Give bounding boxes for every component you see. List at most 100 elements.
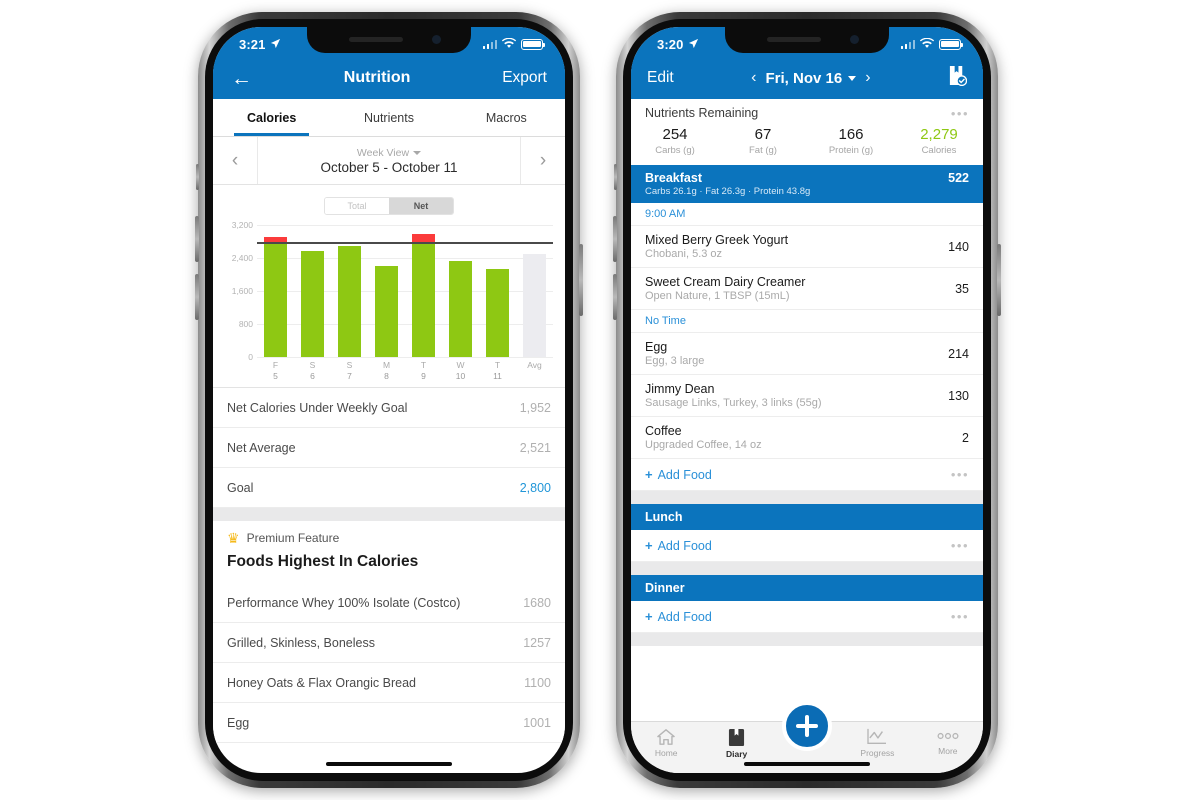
diary-food-desc: Egg, 3 large [645, 355, 705, 367]
total-net-segmented-control[interactable]: Total Net [324, 197, 454, 215]
diary-book-icon [729, 729, 745, 746]
summary-row-net-under-goal[interactable]: Net Calories Under Weekly Goal 1,952 [213, 388, 565, 429]
prev-day-button[interactable]: ‹ [751, 69, 756, 87]
summary-rows: Net Calories Under Weekly Goal 1,952 Net… [213, 388, 565, 509]
chart-bar[interactable] [449, 260, 472, 357]
x-tick-day: Avg [527, 360, 542, 370]
y-axis-tick: 3,200 [231, 220, 253, 230]
chart-bar-slot[interactable] [405, 225, 442, 357]
left-phone-mute-switch[interactable] [196, 164, 199, 190]
food-row[interactable]: Grilled, Skinless, Boneless 1257 [213, 623, 565, 664]
summary-row-net-average[interactable]: Net Average 2,521 [213, 428, 565, 469]
left-nav-bar: ← Nutrition Export [213, 57, 565, 99]
food-name: Grilled, Skinless, Boneless [227, 635, 375, 650]
diary-food-row[interactable]: Mixed Berry Greek Yogurt Chobani, 5.3 oz 1… [631, 226, 983, 268]
earpiece-speaker-icon [767, 37, 821, 42]
diary-food-name: Sweet Cream Dairy Creamer [645, 275, 806, 289]
x-axis-tick: S6 [294, 360, 331, 381]
tab-calories[interactable]: Calories [213, 99, 330, 136]
x-tick-day: W [456, 360, 465, 370]
meal-header[interactable]: Dinner [631, 575, 983, 601]
goal-line [257, 241, 553, 244]
chart-bar[interactable] [375, 266, 398, 357]
left-phone-power-button[interactable] [579, 244, 583, 316]
chart-bar[interactable] [486, 268, 509, 357]
food-calories: 1257 [523, 635, 551, 650]
diary-food-row[interactable]: Egg Egg, 3 large 214 [631, 333, 983, 375]
meal-header[interactable]: Lunch [631, 504, 983, 530]
x-axis-tick: F5 [257, 360, 294, 381]
x-tick-date: 11 [493, 370, 502, 381]
export-button[interactable]: Export [502, 69, 547, 87]
tab-more[interactable]: More [913, 728, 983, 756]
tab-progress[interactable]: Progress [842, 728, 912, 758]
diary-food-desc: Upgraded Coffee, 14 oz [645, 439, 762, 451]
chart-bar-slot[interactable] [294, 225, 331, 357]
chart-bar-slot[interactable] [442, 225, 479, 357]
meal-header[interactable]: Breakfast Carbs 26.1g · Fat 26.3g · Prote… [631, 165, 983, 203]
chart-bar-slot[interactable] [368, 225, 405, 357]
overflow-menu-icon[interactable]: ••• [951, 539, 969, 552]
chart-bar[interactable] [301, 251, 324, 357]
chart-bar[interactable] [338, 245, 361, 357]
chart-bar-slot[interactable] [479, 225, 516, 357]
crown-icon: ♛ [227, 530, 240, 547]
nutrient-cell: 2,279 Calories [895, 126, 983, 156]
date-selector[interactable]: ‹ Fri, Nov 16 › [751, 69, 870, 87]
left-phone-volume-up[interactable] [195, 216, 199, 262]
edit-button[interactable]: Edit [647, 69, 674, 87]
save-diary-icon[interactable] [948, 65, 968, 91]
segment-net[interactable]: Net [389, 198, 453, 214]
chart-bar-slot[interactable] [257, 225, 294, 357]
next-week-button[interactable]: › [521, 137, 565, 184]
overflow-menu-icon[interactable]: ••• [951, 468, 969, 481]
summary-row-goal[interactable]: Goal 2,800 [213, 468, 565, 509]
overflow-menu-icon[interactable]: ••• [951, 107, 969, 120]
right-phone-volume-down[interactable] [613, 274, 617, 320]
food-name: Egg [227, 715, 250, 730]
diary-food-row[interactable]: Coffee Upgraded Coffee, 14 oz 2 [631, 417, 983, 459]
food-calories: 1680 [523, 595, 551, 610]
meal-divider [631, 491, 983, 504]
chart-bar[interactable] [412, 234, 435, 357]
prev-week-button[interactable]: ‹ [213, 137, 257, 184]
meal-time-group[interactable]: 9:00 AM [631, 203, 983, 226]
food-row[interactable]: Egg 1001 [213, 703, 565, 744]
week-range-selector[interactable]: Week View October 5 - October 11 [257, 137, 521, 184]
home-indicator[interactable] [744, 761, 870, 766]
add-food-row[interactable]: + Add Food ••• [631, 530, 983, 562]
tab-macros[interactable]: Macros [448, 99, 565, 136]
calories-segment [375, 266, 398, 357]
add-food-row[interactable]: + Add Food ••• [631, 601, 983, 633]
left-phone-volume-down[interactable] [195, 274, 199, 320]
chart-bar[interactable] [523, 253, 546, 357]
gridline [257, 357, 553, 358]
segment-total[interactable]: Total [325, 198, 389, 214]
add-food-row[interactable]: + Add Food ••• [631, 459, 983, 491]
next-day-button[interactable]: › [865, 69, 870, 87]
diary-food-row[interactable]: Jimmy Dean Sausage Links, Turkey, 3 links… [631, 375, 983, 417]
diary-food-desc: Chobani, 5.3 oz [645, 248, 723, 260]
y-axis-tick: 1,600 [231, 286, 253, 296]
right-phone-power-button[interactable] [997, 244, 1001, 316]
tab-diary[interactable]: Diary [701, 728, 771, 759]
add-entry-fab[interactable] [782, 701, 832, 751]
right-phone-mute-switch[interactable] [614, 164, 617, 190]
meal-time-group[interactable]: No Time [631, 310, 983, 333]
week-navigator: ‹ Week View October 5 - October 11 › [213, 137, 565, 185]
chart-bar-slot[interactable] [516, 225, 553, 357]
food-row[interactable]: Honey Oats & Flax Orangic Bread 1100 [213, 663, 565, 704]
diary-food-row[interactable]: Sweet Cream Dairy Creamer Open Nature, 1 … [631, 268, 983, 310]
tab-home[interactable]: Home [631, 728, 701, 758]
chart-bar-slot[interactable] [331, 225, 368, 357]
right-phone-volume-up[interactable] [613, 216, 617, 262]
home-indicator[interactable] [326, 761, 452, 766]
food-row[interactable]: Performance Whey 100% Isolate (Costco) 16… [213, 583, 565, 624]
overflow-menu-icon[interactable]: ••• [951, 610, 969, 623]
chevron-down-icon[interactable] [848, 75, 857, 81]
back-arrow-icon[interactable]: ← [231, 68, 252, 89]
tab-nutrients[interactable]: Nutrients [330, 99, 447, 136]
status-time: 3:20 [657, 36, 684, 52]
calories-segment [338, 245, 361, 357]
chart-bar[interactable] [264, 236, 287, 357]
